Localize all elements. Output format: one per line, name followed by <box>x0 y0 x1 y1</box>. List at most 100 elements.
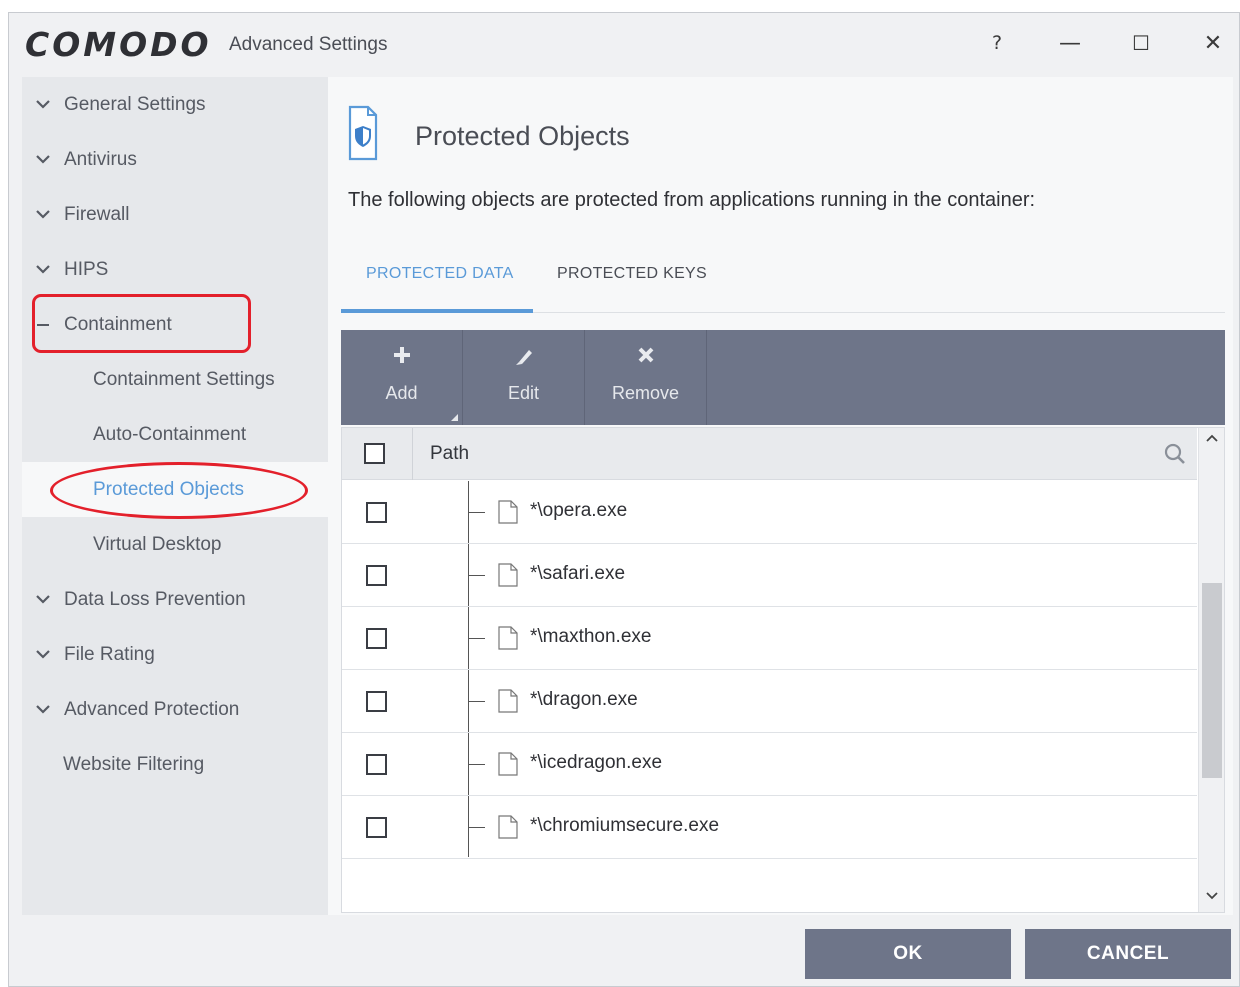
chevron-down-icon <box>22 650 64 659</box>
sidebar-item-data-loss-prevention[interactable]: Data Loss Prevention <box>22 572 328 627</box>
path-column-header[interactable]: Path <box>430 443 469 465</box>
scroll-down-icon[interactable] <box>1199 888 1225 910</box>
select-all-checkbox[interactable] <box>364 443 385 464</box>
tab-protected-data[interactable]: PROTECTED DATA <box>366 265 514 283</box>
page-title: Protected Objects <box>415 121 630 151</box>
file-icon <box>498 689 518 713</box>
page-description: The following objects are protected from… <box>348 189 1036 211</box>
toolbar: Add Edit Remove <box>341 330 1225 425</box>
tree-branch-line <box>469 827 485 828</box>
tree-branch-line <box>469 764 485 765</box>
table-row[interactable]: *\opera.exe <box>342 481 1197 544</box>
tree-branch-line <box>469 575 485 576</box>
sidebar-item-label: HIPS <box>64 258 109 280</box>
row-path: *\dragon.exe <box>530 689 638 710</box>
chevron-down-icon <box>22 595 64 604</box>
column-divider <box>412 428 413 480</box>
file-icon <box>498 626 518 650</box>
sidebar-item-firewall[interactable]: Firewall <box>22 187 328 242</box>
sidebar-item-hips[interactable]: HIPS <box>22 242 328 297</box>
scroll-up-icon[interactable] <box>1199 430 1225 452</box>
ok-button[interactable]: OK <box>805 929 1011 979</box>
remove-button[interactable]: Remove <box>585 330 707 425</box>
chevron-down-icon <box>22 100 64 109</box>
sidebar-item-label: Website Filtering <box>63 753 205 775</box>
sidebar-item-virtual-desktop[interactable]: Virtual Desktop <box>22 517 328 572</box>
sidebar-item-label: Auto-Containment <box>93 423 247 445</box>
table-row[interactable]: *\dragon.exe <box>342 670 1197 733</box>
row-checkbox[interactable] <box>366 502 387 523</box>
protected-data-table: Path *\opera.exe *\safari.exe *\maxthon.… <box>341 427 1225 913</box>
minimize-button[interactable]: — <box>1050 23 1090 63</box>
tree-branch-line <box>469 638 485 639</box>
chevron-down-icon <box>22 705 64 714</box>
sidebar-item-general-settings[interactable]: General Settings <box>22 77 328 132</box>
annotation-highlight-ellipse <box>50 462 308 519</box>
sidebar-item-label: Antivirus <box>64 148 137 170</box>
row-checkbox[interactable] <box>366 565 387 586</box>
sidebar-item-label: Containment Settings <box>93 368 275 390</box>
row-checkbox[interactable] <box>366 628 387 649</box>
edit-button[interactable]: Edit <box>463 330 585 425</box>
edit-button-label: Edit <box>507 383 540 403</box>
scrollbar-thumb[interactable] <box>1202 583 1222 778</box>
sidebar-item-auto-containment[interactable]: Auto-Containment <box>22 407 328 462</box>
sidebar-item-containment-settings[interactable]: Containment Settings <box>22 352 328 407</box>
file-icon <box>498 815 518 839</box>
row-checkbox[interactable] <box>366 691 387 712</box>
sidebar-item-advanced-protection[interactable]: Advanced Protection <box>22 682 328 737</box>
advanced-settings-window: COMODO Advanced Settings ? — ☐ ✕ General… <box>8 12 1240 987</box>
file-icon <box>498 500 518 524</box>
dropdown-corner-icon <box>451 414 458 421</box>
help-button[interactable]: ? <box>977 23 1017 63</box>
pencil-icon <box>463 346 584 372</box>
sidebar-nav: General Settings Antivirus Firewall HIPS… <box>22 77 328 915</box>
main-panel: Protected Objects The following objects … <box>328 77 1233 915</box>
title-bar: COMODO Advanced Settings ? — ☐ ✕ <box>9 13 1239 77</box>
tab-protected-keys[interactable]: PROTECTED KEYS <box>557 265 707 283</box>
file-icon <box>498 752 518 776</box>
row-path: *\chromiumsecure.exe <box>530 815 720 836</box>
row-path: *\opera.exe <box>530 500 628 521</box>
sidebar-item-label: Virtual Desktop <box>93 533 222 555</box>
close-button[interactable]: ✕ <box>1193 23 1233 63</box>
row-checkbox[interactable] <box>366 817 387 838</box>
vertical-scrollbar[interactable] <box>1198 428 1224 912</box>
row-path: *\icedragon.exe <box>530 752 663 773</box>
table-row[interactable]: *\safari.exe <box>342 544 1197 607</box>
sidebar-item-label: General Settings <box>64 93 206 115</box>
add-button[interactable]: Add <box>341 330 463 425</box>
row-path: *\maxthon.exe <box>530 626 652 647</box>
maximize-button[interactable]: ☐ <box>1121 23 1161 63</box>
add-button-label: Add <box>385 383 418 403</box>
sidebar-item-antivirus[interactable]: Antivirus <box>22 132 328 187</box>
file-icon <box>498 563 518 587</box>
row-path: *\safari.exe <box>530 563 626 584</box>
table-row[interactable]: *\icedragon.exe <box>342 733 1197 796</box>
table-header: Path <box>342 428 1197 480</box>
sidebar-item-label: Firewall <box>64 203 130 225</box>
sidebar-item-label: Data Loss Prevention <box>64 588 246 610</box>
search-icon[interactable] <box>1162 441 1188 467</box>
row-checkbox[interactable] <box>366 754 387 775</box>
protected-document-icon <box>348 105 378 161</box>
cancel-button[interactable]: CANCEL <box>1025 929 1231 979</box>
tree-branch-line <box>469 701 485 702</box>
annotation-highlight-box <box>32 294 251 353</box>
table-row[interactable]: *\chromiumsecure.exe <box>342 796 1197 859</box>
chevron-down-icon <box>22 155 64 164</box>
remove-button-label: Remove <box>611 383 680 403</box>
active-tab-indicator <box>341 309 533 313</box>
x-remove-icon <box>585 346 706 370</box>
table-row[interactable]: *\maxthon.exe <box>342 607 1197 670</box>
sidebar-item-website-filtering[interactable]: Website Filtering <box>22 737 328 792</box>
chevron-down-icon <box>22 210 64 219</box>
chevron-down-icon <box>22 265 64 274</box>
plus-icon <box>341 346 462 370</box>
sidebar-item-file-rating[interactable]: File Rating <box>22 627 328 682</box>
sidebar-item-label: File Rating <box>64 643 155 665</box>
sidebar-item-label: Advanced Protection <box>64 698 240 720</box>
tree-branch-line <box>469 512 485 513</box>
app-title: Advanced Settings <box>229 34 388 55</box>
comodo-logo: COMODO <box>25 25 212 64</box>
